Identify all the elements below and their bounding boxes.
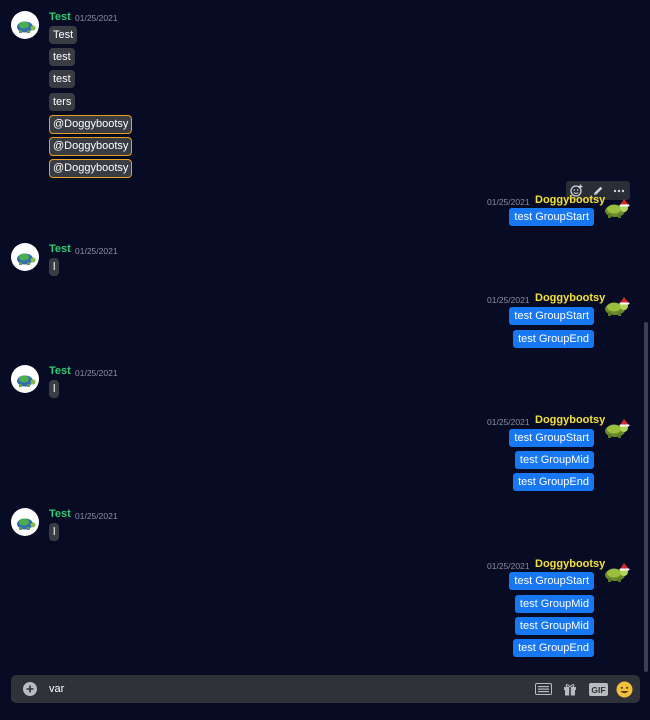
timestamp: 01/25/2021 [75, 511, 118, 521]
emoji-icon[interactable] [615, 680, 633, 698]
username[interactable]: Test [49, 508, 71, 520]
username[interactable]: Test [49, 243, 71, 255]
message-bubble[interactable]: l [49, 258, 60, 276]
scrollbar[interactable] [644, 322, 648, 672]
gif-icon[interactable]: GIF [588, 680, 608, 698]
turtle-santa-avatar-icon[interactable] [602, 560, 630, 584]
message-input[interactable] [49, 681, 519, 697]
username[interactable]: Doggybootsy [535, 414, 605, 426]
timestamp: 01/25/2021 [75, 13, 118, 23]
timestamp: 01/25/2021 [75, 368, 118, 378]
message-bubble[interactable]: test GroupMid [514, 617, 594, 635]
timestamp: 01/25/2021 [487, 561, 530, 571]
turtle-santa-avatar-icon[interactable] [602, 196, 630, 220]
message-bubble[interactable]: test GroupStart [509, 572, 594, 590]
timestamp: 01/25/2021 [487, 197, 530, 207]
turtle-icon [17, 375, 36, 387]
username[interactable]: Test [49, 11, 71, 23]
chat-messages: Test 01/25/2021 Test test test ters @Dog… [0, 0, 650, 720]
keyboard-icon[interactable] [534, 680, 552, 698]
message-composer: GIF [11, 675, 640, 703]
message-bubble[interactable]: l [49, 523, 60, 541]
turtle-icon [17, 21, 36, 33]
turtle-icon [17, 518, 36, 530]
turtle-icon [17, 253, 36, 265]
mention-message[interactable]: @Doggybootsy [49, 137, 133, 156]
username[interactable]: Doggybootsy [535, 558, 605, 570]
mention-message[interactable]: @Doggybootsy [49, 159, 133, 178]
turtle-santa-avatar-icon[interactable] [602, 416, 630, 440]
message-bubble[interactable]: test GroupEnd [513, 330, 594, 348]
gif-label: GIF [591, 685, 605, 695]
timestamp: 01/25/2021 [75, 246, 118, 256]
timestamp: 01/25/2021 [487, 295, 530, 305]
message-bubble[interactable]: test GroupMid [514, 595, 594, 613]
turtle-santa-avatar-icon[interactable] [602, 294, 630, 318]
message-bubble[interactable]: test GroupEnd [513, 473, 594, 491]
message-bubble[interactable]: test [49, 70, 75, 88]
message-bubble[interactable]: Test [49, 26, 78, 44]
user-avatar[interactable] [11, 243, 39, 271]
add-attachment-icon[interactable] [22, 681, 38, 697]
message-bubble[interactable]: test GroupStart [509, 307, 594, 325]
message-bubble[interactable]: test [49, 48, 75, 66]
user-avatar[interactable] [11, 365, 39, 393]
username[interactable]: Doggybootsy [535, 292, 605, 304]
message-bubble[interactable]: test GroupEnd [513, 639, 594, 657]
message-bubble[interactable]: ters [49, 93, 76, 111]
username[interactable]: Doggybootsy [535, 194, 605, 206]
user-avatar[interactable] [11, 11, 39, 39]
mention-message[interactable]: @Doggybootsy [49, 115, 133, 134]
timestamp: 01/25/2021 [487, 417, 530, 427]
username[interactable]: Test [49, 365, 71, 377]
user-avatar[interactable] [11, 508, 39, 536]
message-bubble[interactable]: test GroupStart [509, 429, 594, 447]
message-bubble[interactable]: test GroupStart [509, 208, 594, 226]
message-bubble[interactable]: l [49, 380, 60, 398]
gift-icon[interactable] [562, 680, 578, 698]
message-bubble[interactable]: test GroupMid [514, 451, 594, 469]
